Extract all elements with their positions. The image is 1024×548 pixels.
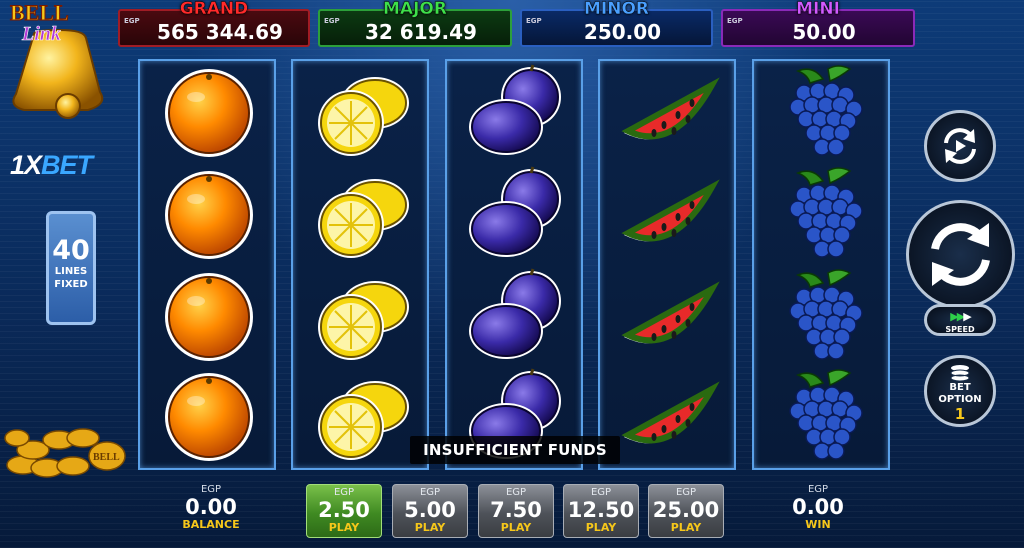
orange-symbol <box>165 69 253 157</box>
svg-text:BELL: BELL <box>10 0 69 25</box>
lines-count: 40 <box>52 235 90 266</box>
grapes-symbol <box>789 65 863 156</box>
1xbet-logo: 1XBET <box>10 150 93 181</box>
win-display: EGP 0.00 WIN <box>763 484 873 531</box>
win-label: WIN <box>805 518 831 531</box>
jackpot-mini: MINI EGP 50.00 <box>721 0 915 47</box>
jackpot-mini-name: MINI <box>796 0 840 19</box>
svg-text:BELL: BELL <box>93 452 120 463</box>
slot-game-screen: GRAND EGP 565 344.69 MAJOR EGP 32 619.49… <box>0 0 1024 548</box>
bet-play-label: PLAY <box>328 521 360 534</box>
jackpot-major-value: 32 619.49 <box>365 20 477 44</box>
reel-3 <box>445 59 583 470</box>
jackpot-grand-name: GRAND <box>179 0 249 19</box>
brand-suffix: BET <box>41 150 93 180</box>
bet-option-value: 1 <box>954 405 966 423</box>
bet-button-1[interactable]: EGP 2.50 PLAY <box>306 484 382 538</box>
plum-symbol <box>469 166 561 257</box>
bet-play-label: PLAY <box>414 521 446 534</box>
win-currency: EGP <box>807 484 829 495</box>
balance-label: BALANCE <box>182 518 240 531</box>
jackpot-grand-value: 565 344.69 <box>157 20 283 44</box>
reel-1 <box>138 59 276 470</box>
bet-play-label: PLAY <box>670 521 702 534</box>
lines-label: LINES <box>54 266 88 277</box>
bet-currency: EGP <box>675 487 697 498</box>
balance-value: 0.00 <box>185 495 237 519</box>
bet-option-label: BET <box>949 382 971 393</box>
watermelon-symbol <box>621 381 720 444</box>
lines-indicator: 40 LINES FIXED <box>46 211 96 325</box>
brand-prefix: 1X <box>10 150 42 180</box>
lemon-symbol <box>318 77 409 156</box>
fast-forward-icon: ▶▶▶ <box>950 310 972 323</box>
balance-display: EGP 0.00 BALANCE <box>156 484 266 531</box>
bet-option-label-2: OPTION <box>938 394 982 405</box>
jackpot-mini-value: 50.00 <box>792 20 856 44</box>
jackpot-minor: MINOR EGP 250.00 <box>520 0 713 47</box>
reel-4 <box>598 59 736 470</box>
reel-5 <box>752 59 890 470</box>
bet-button-2[interactable]: EGP 5.00 PLAY <box>392 484 468 538</box>
svg-text:Link: Link <box>21 23 61 45</box>
bet-play-label: PLAY <box>500 521 532 534</box>
lines-fixed-label: FIXED <box>54 279 88 290</box>
bet-play-label: PLAY <box>585 521 617 534</box>
bet-currency: EGP <box>419 487 441 498</box>
lemon-symbol <box>318 179 409 258</box>
orange-symbol <box>165 171 253 259</box>
spin-icon <box>931 223 990 286</box>
insufficient-funds-message: INSUFFICIENT FUNDS <box>410 436 620 464</box>
bet-button-4[interactable]: EGP 12.50 PLAY <box>563 484 639 538</box>
bet-value: 2.50 <box>318 498 370 522</box>
coin-stack-icon <box>950 365 970 382</box>
lemon-symbol <box>318 381 409 460</box>
speed-label: SPEED <box>945 325 975 334</box>
reel-2 <box>291 59 429 470</box>
jackpot-grand: GRAND EGP 565 344.69 <box>118 0 310 47</box>
jackpot-minor-name: MINOR <box>583 0 649 19</box>
lemon-symbol <box>318 281 409 360</box>
jackpot-major: MAJOR EGP 32 619.49 <box>318 0 512 47</box>
plum-symbol <box>469 268 561 359</box>
jackpot-grand-currency: EGP <box>124 17 140 25</box>
orange-symbol <box>165 273 253 361</box>
gold-coins-pile: BELL <box>4 428 126 478</box>
autoplay-icon <box>944 128 976 164</box>
jackpot-minor-currency: EGP <box>526 17 542 25</box>
autoplay-button[interactable] <box>924 110 996 182</box>
plum-symbol <box>469 64 561 155</box>
bell-link-logo: BELL Link <box>10 0 104 119</box>
speed-button[interactable]: ▶▶▶ SPEED <box>924 304 996 336</box>
bet-value: 25.00 <box>652 498 720 522</box>
bet-option-button[interactable]: BET OPTION 1 <box>924 355 996 427</box>
win-value: 0.00 <box>792 495 844 519</box>
bet-button-5[interactable]: EGP 25.00 PLAY <box>648 484 724 538</box>
watermelon-symbol <box>621 179 720 242</box>
grapes-symbol <box>789 369 863 460</box>
spin-button[interactable] <box>906 200 1015 309</box>
bet-currency: EGP <box>505 487 527 498</box>
bet-value: 5.00 <box>404 498 456 522</box>
watermelon-symbol <box>621 77 720 140</box>
orange-symbol <box>165 373 253 461</box>
bet-value: 7.50 <box>490 498 542 522</box>
bet-button-3[interactable]: EGP 7.50 PLAY <box>478 484 554 538</box>
bet-currency: EGP <box>333 487 355 498</box>
bet-value: 12.50 <box>567 498 635 522</box>
grapes-symbol <box>789 167 863 258</box>
watermelon-symbol <box>621 281 720 344</box>
jackpot-major-name: MAJOR <box>383 0 447 19</box>
balance-currency: EGP <box>200 484 222 495</box>
bet-currency: EGP <box>590 487 612 498</box>
jackpot-minor-value: 250.00 <box>583 20 662 44</box>
jackpot-major-currency: EGP <box>324 17 340 25</box>
jackpot-mini-currency: EGP <box>727 17 743 25</box>
grapes-symbol <box>789 269 863 360</box>
